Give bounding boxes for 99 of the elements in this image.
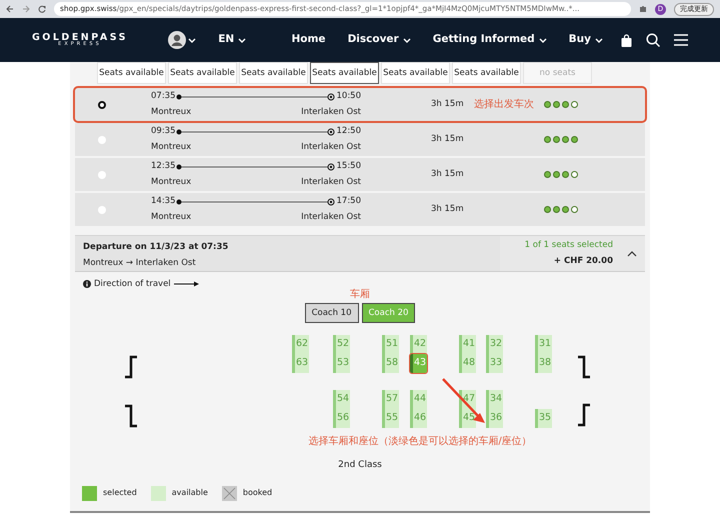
radio-button[interactable] bbox=[98, 136, 106, 144]
station-name: Montreux bbox=[151, 176, 192, 189]
chevron-down-icon bbox=[188, 38, 196, 42]
radio-button[interactable] bbox=[98, 170, 106, 178]
departure-time: 07:35 bbox=[151, 90, 176, 103]
booked-swatch bbox=[222, 486, 237, 501]
legend-label: booked bbox=[242, 487, 272, 500]
seat[interactable]: 54 bbox=[333, 390, 350, 409]
door-bracket-icon bbox=[125, 354, 137, 379]
seat[interactable]: 46 bbox=[410, 408, 427, 428]
date-tab[interactable]: Seats available bbox=[239, 62, 308, 84]
date-tab[interactable]: Seats available bbox=[381, 62, 450, 84]
route-line-icon bbox=[176, 92, 336, 101]
info-icon bbox=[83, 280, 91, 288]
door-bracket-icon bbox=[578, 402, 590, 427]
price-text: + CHF 20.00 bbox=[554, 255, 613, 268]
route-line-icon bbox=[176, 198, 336, 206]
journey-row[interactable]: 07:35 10:50 Montreux Interlaken Ost 3h 15m 选择出发车次 bbox=[75, 88, 645, 121]
journey-row[interactable]: 14:35 17:50 Montreux Interlaken Ost 3h 15m bbox=[75, 193, 645, 226]
seat[interactable]: 31 bbox=[535, 334, 552, 354]
door-bracket-icon bbox=[125, 404, 137, 428]
seat[interactable]: 63 bbox=[292, 354, 309, 373]
back-icon[interactable] bbox=[6, 5, 14, 13]
seat[interactable]: 53 bbox=[333, 354, 350, 373]
station-name: Interlaken Ost bbox=[301, 211, 361, 224]
chevron-down-icon bbox=[238, 38, 246, 42]
station-name: Interlaken Ost bbox=[301, 141, 361, 154]
date-tab[interactable]: Seats available bbox=[452, 62, 521, 84]
arrival-time: 17:50 bbox=[336, 195, 361, 208]
arrival-time: 12:50 bbox=[336, 125, 361, 138]
door-bracket-icon bbox=[578, 354, 590, 379]
shopping-bag-icon[interactable] bbox=[621, 34, 632, 46]
nav-link[interactable]: Buy bbox=[568, 32, 603, 48]
departure-time: 09:35 bbox=[151, 125, 176, 138]
journey-row[interactable]: 09:35 12:50 Montreux Interlaken Ost 3h 15m bbox=[75, 123, 645, 156]
legend-label: available bbox=[172, 487, 208, 500]
class-label: 2nd Class bbox=[338, 460, 382, 470]
duration: 3h 15m bbox=[431, 168, 465, 181]
seat[interactable]: 55 bbox=[382, 408, 399, 428]
seat[interactable]: 38 bbox=[535, 354, 552, 373]
route-line-icon bbox=[176, 162, 336, 171]
coach-button[interactable]: Coach 10 bbox=[304, 302, 358, 323]
journey-row[interactable]: 12:35 15:50 Montreux Interlaken Ost 3h 15m bbox=[75, 158, 645, 191]
seat[interactable]: 33 bbox=[486, 354, 503, 373]
annotation-arrow bbox=[441, 376, 487, 425]
language-menu[interactable]: EN bbox=[218, 32, 246, 48]
date-tab[interactable]: Seats available bbox=[310, 62, 379, 84]
route-line-icon bbox=[176, 128, 336, 136]
station-name: Montreux bbox=[151, 211, 192, 224]
reload-icon[interactable] bbox=[38, 5, 46, 13]
station-name: Interlaken Ost bbox=[301, 176, 361, 189]
departure-title: Departure on 11/3/23 at 07:35 bbox=[83, 241, 230, 254]
annotation-text: 选择出发车次 bbox=[474, 98, 535, 112]
nav-link[interactable]: Discover bbox=[348, 32, 411, 48]
station-name: Montreux bbox=[151, 141, 192, 154]
seat[interactable]: 32 bbox=[486, 334, 503, 354]
seats-selected-text: 1 of 1 seats selected bbox=[524, 239, 613, 252]
seat[interactable]: 56 bbox=[333, 408, 350, 428]
duration: 3h 15m bbox=[431, 203, 465, 216]
seat[interactable]: 36 bbox=[486, 408, 503, 428]
seat[interactable]: 48 bbox=[459, 354, 476, 373]
nav-link[interactable]: Home bbox=[291, 32, 326, 48]
duration: 3h 15m bbox=[431, 98, 465, 111]
station-name: Montreux bbox=[151, 106, 192, 119]
station-name: Interlaken Ost bbox=[301, 106, 361, 119]
arrow-right-icon bbox=[174, 281, 200, 288]
coach-button[interactable]: Coach 20 bbox=[362, 302, 416, 323]
seat[interactable]: 44 bbox=[410, 390, 427, 409]
annotation-text: 车厢 bbox=[350, 288, 370, 300]
chevron-up-icon[interactable] bbox=[627, 250, 637, 256]
search-icon[interactable] bbox=[646, 33, 660, 47]
legend-label: selected bbox=[103, 487, 137, 500]
seat[interactable]: 41 bbox=[459, 334, 476, 354]
departure-time: 14:35 bbox=[151, 195, 176, 208]
menu-icon[interactable] bbox=[674, 34, 688, 46]
date-tab[interactable]: Seats available bbox=[97, 62, 166, 84]
seat[interactable]: 58 bbox=[382, 354, 399, 373]
radio-button[interactable] bbox=[98, 206, 106, 214]
date-tab[interactable]: Seats available bbox=[168, 62, 237, 84]
direction-label: Direction of travel bbox=[94, 278, 171, 291]
seat[interactable]: 62 bbox=[292, 334, 309, 354]
annotation-text: 选择车厢和座位（淡绿色是可以选择的车厢/座位） bbox=[308, 436, 532, 447]
seat[interactable]: 35 bbox=[535, 408, 552, 428]
departure-time: 12:35 bbox=[151, 160, 176, 173]
arrival-time: 15:50 bbox=[336, 160, 361, 173]
radio-button[interactable] bbox=[98, 100, 106, 108]
user-avatar-icon[interactable] bbox=[168, 31, 186, 49]
seat[interactable]: 57 bbox=[382, 390, 399, 409]
seat[interactable]: 51 bbox=[382, 334, 399, 354]
arrival-time: 10:50 bbox=[336, 90, 361, 103]
seat[interactable]: 42 bbox=[410, 334, 427, 354]
available-swatch bbox=[150, 486, 166, 501]
route-text: Montreux → Interlaken Ost bbox=[83, 256, 197, 270]
seat[interactable]: 34 bbox=[486, 390, 503, 409]
seat[interactable]: 52 bbox=[333, 334, 350, 354]
duration: 3h 15m bbox=[431, 133, 465, 146]
seat[interactable]: 43 bbox=[410, 354, 427, 373]
selected-swatch bbox=[82, 486, 97, 501]
nav-link[interactable]: Getting Informed bbox=[432, 32, 547, 48]
